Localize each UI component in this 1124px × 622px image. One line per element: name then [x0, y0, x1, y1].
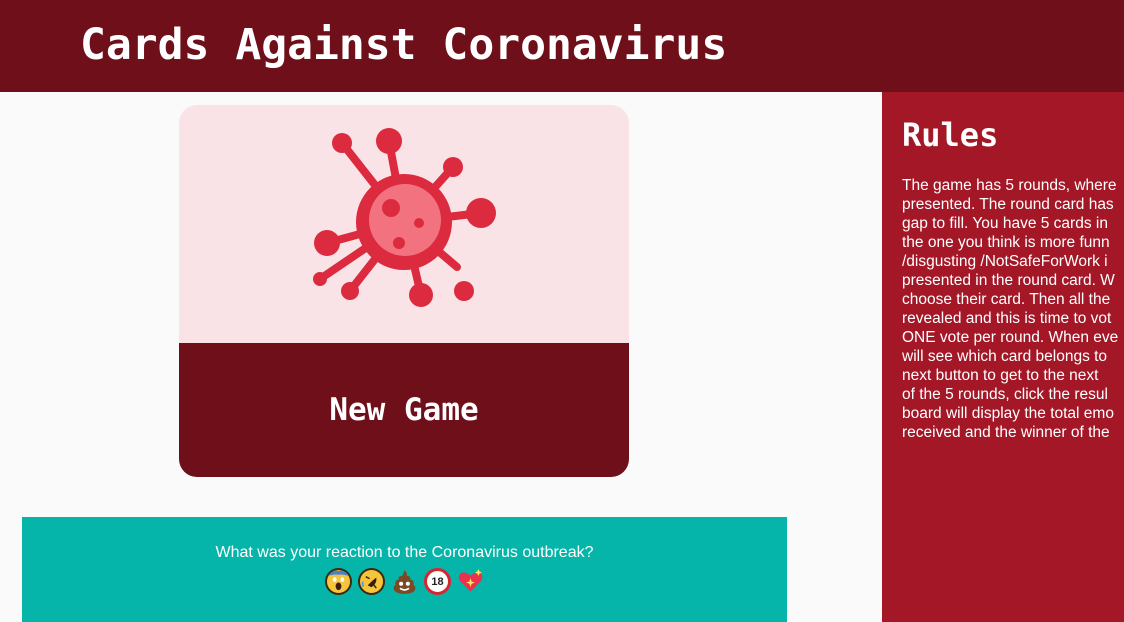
virus-icon	[313, 128, 496, 307]
rofl-face-glyph	[360, 570, 383, 593]
rules-line: gap to fill. You have 5 cards in	[902, 215, 1108, 232]
rules-panel: Rules The game has 5 rounds, where prese…	[882, 92, 1124, 622]
rofl-face-icon[interactable]	[358, 568, 385, 595]
card-image-area	[179, 105, 629, 343]
rules-line: the one you think is more funn	[902, 234, 1110, 251]
rules-line: choose their card. Then all the	[902, 291, 1111, 308]
no-under-18-icon[interactable]: 18	[424, 568, 451, 595]
poop-glyph	[393, 570, 416, 594]
rules-line: next button to get to the next	[902, 367, 1099, 384]
rules-line: of the 5 rounds, click the resul	[902, 386, 1108, 403]
new-game-card[interactable]: New Game	[179, 105, 629, 477]
rules-line: presented. The round card has	[902, 196, 1114, 213]
rules-line: ONE vote per round. When eve	[902, 329, 1119, 346]
reaction-list: 18	[22, 568, 787, 595]
poop-icon[interactable]	[391, 568, 418, 595]
rules-title: Rules	[902, 116, 999, 154]
card-label-area: New Game	[179, 343, 629, 477]
rules-line: will see which card belongs to	[902, 348, 1108, 365]
sparkling-heart-icon[interactable]	[457, 568, 484, 595]
screaming-face-glyph	[327, 570, 350, 593]
rules-line: received and the winner of the	[902, 424, 1110, 441]
rules-line: revealed and this is time to vot	[902, 310, 1112, 327]
poll-question: What was your reaction to the Coronaviru…	[215, 544, 594, 561]
rules-line: /disgusting /NotSafeForWork i	[902, 253, 1108, 270]
no-under-18-label: 18	[431, 575, 444, 588]
app-header: Cards Against Coronavirus	[0, 0, 1124, 92]
rules-line: board will display the total emo	[902, 405, 1114, 422]
rules-text: The game has 5 rounds, where presented. …	[902, 176, 1124, 442]
reaction-poll: What was your reaction to the Coronaviru…	[22, 517, 787, 622]
sparkling-heart-glyph	[458, 569, 483, 592]
screaming-face-icon[interactable]	[325, 568, 352, 595]
app-title: Cards Against Coronavirus	[80, 20, 728, 70]
new-game-label: New Game	[329, 392, 479, 428]
rules-line: The game has 5 rounds, where	[902, 177, 1117, 194]
rules-line: presented in the round card. W	[902, 272, 1115, 289]
